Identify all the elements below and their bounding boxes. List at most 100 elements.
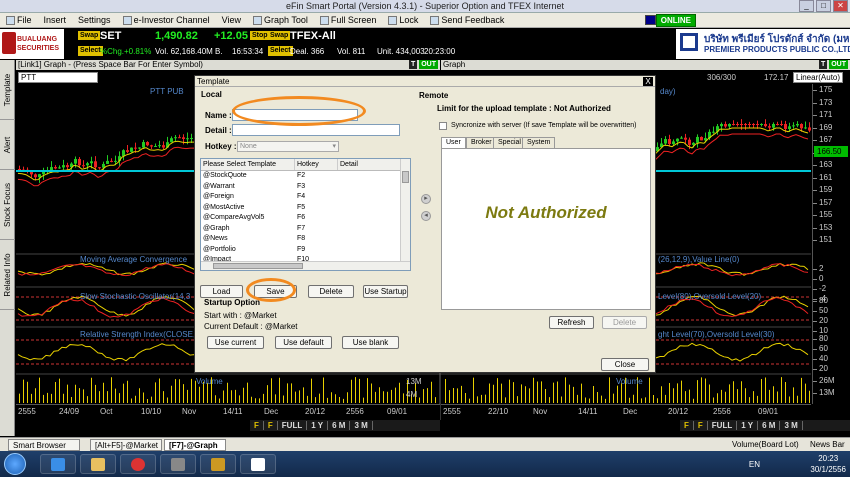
template-row[interactable]: @Warrant F3 bbox=[201, 182, 402, 193]
use-current-button[interactable]: Use current bbox=[207, 336, 264, 349]
template-row[interactable]: @Portfolio F9 bbox=[201, 245, 402, 256]
use-startup-button[interactable]: Use Startup bbox=[363, 285, 408, 298]
left-full-button[interactable]: FULL bbox=[278, 421, 308, 430]
tfex-swap-button[interactable]: Swap bbox=[268, 31, 291, 40]
tab-system[interactable]: System bbox=[522, 137, 556, 148]
left-3m-button[interactable]: 3 M bbox=[350, 421, 373, 430]
menu-insert[interactable]: Insert bbox=[38, 15, 73, 25]
candle-body bbox=[138, 147, 141, 149]
upload-arrow-icon[interactable]: ▸ bbox=[421, 194, 431, 204]
left-zoom-out-button[interactable]: F bbox=[264, 421, 278, 430]
browser-icon bbox=[51, 458, 65, 471]
set-swap-button[interactable]: Swap bbox=[78, 31, 101, 40]
candle-body bbox=[700, 136, 703, 141]
refresh-button[interactable]: Refresh bbox=[549, 316, 594, 329]
right-zoom-out-button[interactable]: F bbox=[694, 421, 708, 430]
delete-button[interactable]: Delete bbox=[308, 285, 354, 298]
candle-body bbox=[182, 137, 185, 139]
menu-lock[interactable]: Lock bbox=[382, 15, 424, 25]
right-chart-out-button[interactable]: OUT bbox=[829, 60, 848, 69]
right-6m-button[interactable]: 6 M bbox=[758, 421, 781, 430]
date-label: Dec bbox=[264, 407, 279, 416]
taskbar-explorer[interactable] bbox=[80, 454, 116, 474]
template-row[interactable]: @MostActive F5 bbox=[201, 203, 402, 214]
template-row[interactable]: @Foreign F4 bbox=[201, 192, 402, 203]
left-6m-button[interactable]: 6 M bbox=[328, 421, 351, 430]
candle-body bbox=[728, 124, 731, 127]
candle-body bbox=[796, 124, 799, 126]
maximize-button[interactable]: □ bbox=[816, 0, 831, 12]
candle-body bbox=[174, 137, 177, 139]
template-row[interactable]: @StockQuote F2 bbox=[201, 171, 402, 182]
start-button-icon[interactable] bbox=[4, 453, 26, 475]
tab-graph[interactable]: [F7]-@Graph bbox=[164, 439, 226, 451]
axis-label: 161 bbox=[819, 172, 833, 182]
taskbar-chrome[interactable] bbox=[120, 454, 156, 474]
template-list[interactable]: Please Select Template Hotkey Detail @St… bbox=[200, 158, 411, 271]
news-bar-button[interactable]: News Bar bbox=[806, 439, 850, 451]
left-1y-button[interactable]: 1 Y bbox=[307, 421, 329, 430]
sync-checkbox[interactable] bbox=[439, 122, 447, 130]
right-price-axis: 1751731711691671651631611591571551531512… bbox=[812, 84, 849, 404]
tab-smart-browser[interactable]: Smart Browser bbox=[8, 439, 80, 451]
menu-full-screen[interactable]: Full Screen bbox=[314, 15, 383, 25]
scroll-thumb[interactable] bbox=[402, 171, 409, 183]
menu-e-investor[interactable]: e-Investor Channel bbox=[117, 15, 216, 25]
remote-delete-button[interactable]: Delete bbox=[602, 316, 647, 329]
template-list-hscroll[interactable] bbox=[201, 261, 410, 270]
tab-market[interactable]: [Alt+F5]-@Market bbox=[90, 439, 162, 451]
menu-settings[interactable]: Settings bbox=[72, 15, 117, 25]
dialog-close-x-button[interactable]: X bbox=[643, 77, 653, 86]
use-default-button[interactable]: Use default bbox=[275, 336, 332, 349]
language-indicator[interactable]: EN bbox=[749, 459, 760, 470]
minimize-button[interactable]: _ bbox=[799, 0, 814, 12]
candle-body bbox=[788, 126, 791, 129]
side-tab-stock-focus[interactable]: Stock Focus bbox=[0, 170, 15, 240]
set-select-button[interactable]: Select bbox=[78, 46, 103, 56]
scale-selector[interactable]: Linear(Auto) bbox=[793, 72, 844, 83]
side-tab-template[interactable]: Template bbox=[0, 60, 15, 120]
template-row[interactable]: @News F8 bbox=[201, 234, 402, 245]
left-period-toolbar: F F FULL 1 Y 6 M 3 M bbox=[250, 420, 440, 431]
stop-button[interactable]: Stop bbox=[250, 31, 270, 40]
tfex-select-button[interactable]: Select bbox=[268, 46, 293, 56]
right-1y-button[interactable]: 1 Y bbox=[737, 421, 759, 430]
left-chart-t-button[interactable]: T bbox=[408, 60, 418, 69]
use-blank-button[interactable]: Use blank bbox=[342, 336, 399, 349]
hotkey-select[interactable]: None ▾ bbox=[237, 141, 339, 152]
template-row-hotkey: F8 bbox=[297, 235, 306, 242]
dialog-close-button[interactable]: Close bbox=[601, 358, 649, 371]
right-zoom-in-button[interactable]: F bbox=[680, 421, 694, 430]
right-chart-t-button[interactable]: T bbox=[818, 60, 828, 69]
template-list-vscroll[interactable] bbox=[400, 159, 410, 262]
left-symbol-input[interactable]: PTT bbox=[18, 72, 98, 83]
side-tab-alert[interactable]: Alert bbox=[0, 120, 15, 170]
taskbar-media[interactable] bbox=[160, 454, 196, 474]
template-row[interactable]: @Graph F7 bbox=[201, 224, 402, 235]
date-label: 10/10 bbox=[141, 407, 162, 416]
left-zoom-in-button[interactable]: F bbox=[250, 421, 264, 430]
axis-label: 26M bbox=[819, 376, 835, 385]
taskbar-ie[interactable] bbox=[40, 454, 76, 474]
left-chart-out-button[interactable]: OUT bbox=[419, 60, 438, 69]
menu-graph-tool[interactable]: Graph Tool bbox=[247, 15, 314, 25]
template-row[interactable]: @CompareAvgVol5 F6 bbox=[201, 213, 402, 224]
candle-body bbox=[712, 131, 715, 133]
close-window-button[interactable]: ✕ bbox=[833, 0, 848, 12]
menu-file[interactable]: File bbox=[0, 15, 38, 25]
load-button[interactable]: Load bbox=[200, 285, 243, 298]
axis-tick bbox=[813, 279, 817, 280]
side-tab-related-info[interactable]: Related Info bbox=[0, 240, 15, 310]
taskbar-app[interactable] bbox=[200, 454, 236, 474]
right-3m-button[interactable]: 3 M bbox=[780, 421, 803, 430]
app-icon bbox=[211, 458, 225, 471]
menu-send-feedback[interactable]: Send Feedback bbox=[424, 15, 510, 25]
template-detail-input[interactable] bbox=[232, 124, 400, 136]
right-full-button[interactable]: FULL bbox=[708, 421, 738, 430]
menu-view[interactable]: View bbox=[216, 15, 247, 25]
hscroll-thumb[interactable] bbox=[213, 263, 303, 269]
download-arrow-icon[interactable]: ◂ bbox=[421, 211, 431, 221]
left-date-axis: 2555 24/09 Oct 10/10 Nov 14/11 Dec 20/12 2556 09/… bbox=[16, 404, 440, 420]
template-row-name: @Portfolio bbox=[203, 245, 236, 253]
taskbar-efin[interactable] bbox=[240, 454, 276, 474]
